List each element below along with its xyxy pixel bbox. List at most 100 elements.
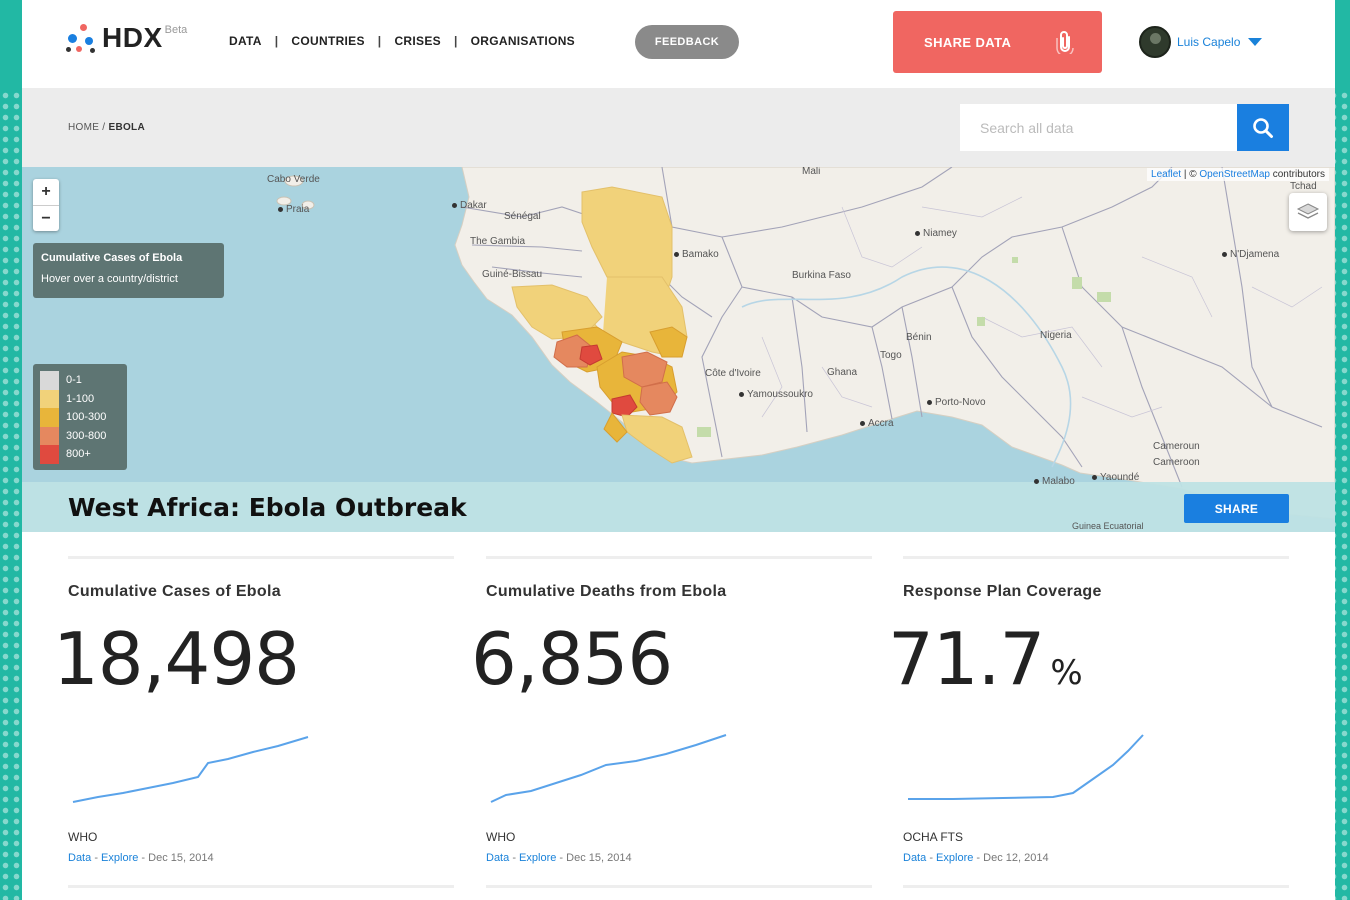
user-menu[interactable]: Luis Capelo (1139, 26, 1263, 58)
stat-value: 18,498 (53, 617, 300, 701)
legend-swatch (40, 371, 59, 390)
stat-card-cases: Cumulative Cases of Ebola 18,498 WHO Dat… (53, 556, 454, 900)
stat-source: WHO (68, 830, 98, 844)
chevron-down-icon (1248, 38, 1263, 46)
breadcrumb-home[interactable]: HOME (68, 122, 99, 133)
map-info-box: Cumulative Cases of Ebola Hover over a c… (33, 243, 224, 298)
legend-item: 0-1 (40, 371, 120, 390)
nav-separator: | (453, 34, 458, 48)
data-link[interactable]: Data (68, 852, 91, 864)
nav-separator: | (377, 34, 382, 48)
stat-card-coverage: Response Plan Coverage 71.7% OCHA FTS Da… (888, 556, 1289, 900)
map-label-porto-novo: Porto-Novo (927, 397, 986, 408)
divider (68, 885, 454, 888)
stat-label: Cumulative Deaths from Ebola (486, 583, 727, 600)
stat-value: 6,856 (471, 617, 673, 701)
zoom-out-button[interactable]: − (33, 205, 59, 231)
info-box-title: Cumulative Cases of Ebola (41, 252, 183, 264)
title-strip: West Africa: Ebola Outbreak Malabo Yaoun… (22, 472, 1335, 532)
map-label-the-gambia: The Gambia (470, 236, 526, 247)
frame-dots-left (0, 90, 22, 900)
stat-card-deaths: Cumulative Deaths from Ebola 6,856 WHO D… (471, 556, 872, 900)
breadcrumb-search-bar: HOME / EBOLA (22, 88, 1335, 167)
map-label-cabo-verde: Cabo Verde (267, 174, 320, 185)
stat-number: 71.7 (888, 617, 1045, 701)
map-label-mali: Mali (802, 167, 821, 177)
nav-item-data[interactable]: DATA (229, 34, 262, 48)
share-data-label: SHARE DATA (924, 34, 1012, 50)
explore-link[interactable]: Explore (519, 852, 556, 864)
beta-badge: Beta (164, 24, 188, 36)
hdx-page: HDX Beta DATA | COUNTRIES | CRISES | ORG… (22, 0, 1335, 900)
stat-unit: % (1050, 653, 1082, 693)
meta-separator: - (94, 852, 98, 864)
legend-label: 100-300 (66, 411, 107, 424)
page-title: West Africa: Ebola Outbreak (68, 493, 467, 522)
meta-separator: - (929, 852, 933, 864)
map-label-tchad: Tchad (1290, 181, 1317, 192)
map-label-benin: Bénin (906, 332, 932, 343)
data-link[interactable]: Data (903, 852, 926, 864)
legend-swatch (40, 408, 59, 427)
share-data-button[interactable]: SHARE DATA (893, 11, 1102, 73)
legend-swatch (40, 426, 59, 445)
stat-meta: Data - Explore - Dec 12, 2014 (903, 852, 1049, 864)
legend-swatch (40, 389, 59, 408)
map-label-burkina-faso: Burkina Faso (792, 270, 851, 281)
paperclip-icon (1056, 31, 1074, 54)
map-label-cameroon: Cameroon (1153, 457, 1200, 468)
legend-label: 0-1 (66, 374, 82, 387)
map-label-nigeria: Nigeria (1040, 330, 1072, 341)
map-label-bamako: Bamako (674, 249, 719, 260)
stat-source: OCHA FTS (903, 830, 964, 844)
share-button[interactable]: SHARE (1184, 494, 1289, 523)
meta-separator: - (141, 852, 146, 864)
map-label-cameroun: Cameroun (1153, 441, 1200, 452)
attribution-separator: | © (1183, 169, 1197, 180)
leaflet-link[interactable]: Leaflet (1151, 169, 1181, 180)
breadcrumb: HOME / EBOLA (68, 122, 145, 133)
hdx-logo[interactable]: HDX Beta (66, 22, 187, 56)
search-input[interactable] (960, 104, 1237, 151)
feedback-button[interactable]: FEEDBACK (635, 25, 739, 59)
osm-link[interactable]: OpenStreetMap (1199, 169, 1270, 180)
nav-item-crises[interactable]: CRISES (394, 34, 440, 48)
info-box-hint: Hover over a country/district (41, 273, 178, 285)
legend-item: 100-300 (40, 408, 120, 427)
legend-item: 1-100 (40, 389, 120, 408)
data-link[interactable]: Data (486, 852, 509, 864)
stat-date: Dec 12, 2014 (983, 852, 1049, 864)
sparkline-coverage (908, 734, 1144, 800)
meta-separator: - (559, 852, 564, 864)
ebola-map[interactable]: Cabo Verde Praia Mali Dakar Sénégal The … (22, 167, 1335, 532)
stat-number: 18,498 (53, 617, 300, 701)
stat-value: 71.7% (888, 617, 1083, 701)
search-button[interactable] (1237, 104, 1289, 151)
nav-item-countries[interactable]: COUNTRIES (291, 34, 364, 48)
nav-separator: | (274, 34, 279, 48)
sparkline-cases (72, 736, 309, 803)
user-name: Luis Capelo (1177, 35, 1241, 49)
map-label-guinea-ecuatorial: Guinea Ecuatorial (1072, 521, 1144, 531)
layers-button[interactable] (1289, 193, 1327, 231)
nav-item-organisations[interactable]: ORGANISATIONS (471, 34, 575, 48)
stat-number: 6,856 (471, 617, 673, 701)
zoom-in-button[interactable]: + (33, 179, 59, 205)
top-nav-bar: HDX Beta DATA | COUNTRIES | CRISES | ORG… (22, 0, 1335, 88)
explore-link[interactable]: Explore (936, 852, 973, 864)
stat-source: WHO (486, 830, 516, 844)
map-label-malabo: Malabo (1034, 476, 1075, 487)
map-label-togo: Togo (880, 350, 902, 361)
legend-swatch (40, 445, 59, 464)
stat-date: Dec 15, 2014 (148, 852, 214, 864)
legend-label: 1-100 (66, 392, 95, 405)
map-label-dakar: Dakar (452, 200, 487, 211)
layers-icon (1296, 203, 1320, 219)
breadcrumb-current: EBOLA (108, 122, 145, 133)
legend-item: 800+ (40, 445, 120, 464)
explore-link[interactable]: Explore (101, 852, 138, 864)
map-label-niamey: Niamey (915, 228, 957, 239)
map-zoom-control: + − (33, 179, 59, 231)
meta-separator: - (976, 852, 981, 864)
breadcrumb-separator: / (102, 122, 106, 133)
